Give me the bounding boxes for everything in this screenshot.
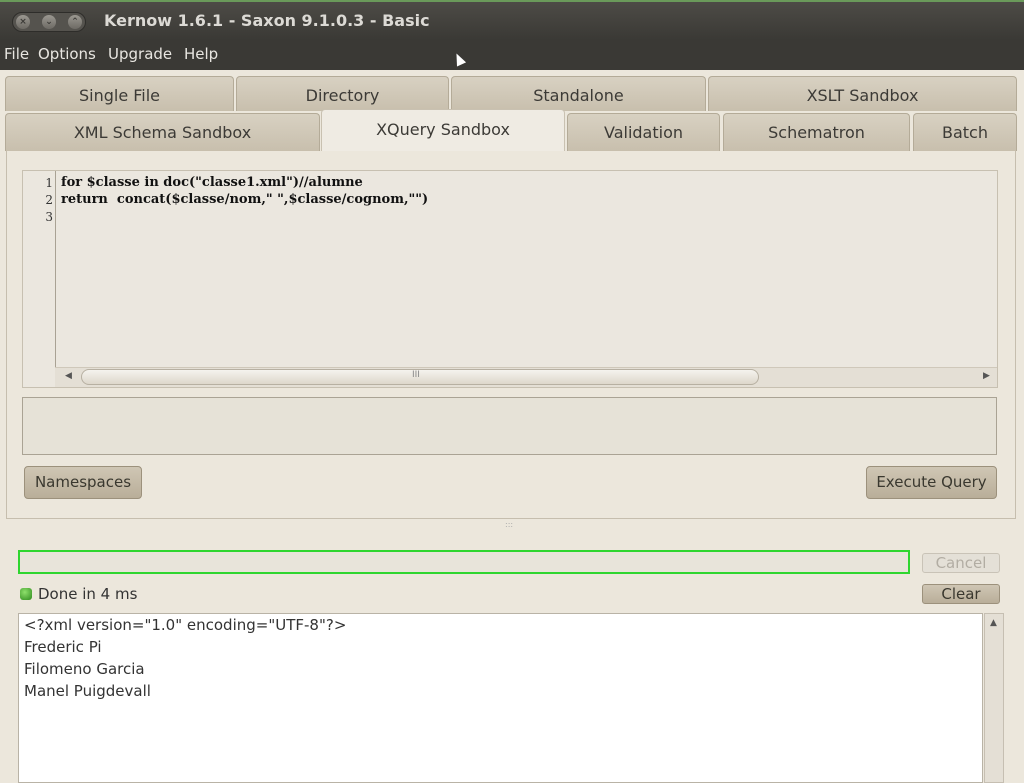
tab-single-file[interactable]: Single File (5, 76, 234, 111)
window-titlebar: × ⌄ ⌃ Kernow 1.6.1 - Saxon 9.1.0.3 - Bas… (0, 0, 1024, 40)
scrollbar-thumb[interactable]: III (81, 369, 759, 385)
close-icon[interactable]: × (16, 15, 30, 29)
tab-schematron[interactable]: Schematron (723, 113, 910, 151)
window-controls: × ⌄ ⌃ (12, 12, 86, 32)
scroll-right-icon[interactable]: ▶ (983, 371, 990, 381)
output-line: Manel Puigdevall (24, 682, 151, 700)
pane-splitter[interactable]: ::: (0, 520, 1024, 534)
scroll-left-icon[interactable]: ◀ (65, 371, 72, 381)
query-editor[interactable]: 1 2 3 for $classe in doc("classe1.xml")/… (22, 170, 998, 388)
execute-query-button[interactable]: Execute Query (866, 466, 997, 499)
tab-standalone[interactable]: Standalone (451, 76, 706, 111)
code-line[interactable]: for $classe in doc("classe1.xml")//alumn… (61, 175, 363, 190)
line-number: 1 (45, 176, 53, 190)
menu-upgrade[interactable]: Upgrade (108, 45, 172, 63)
cancel-button[interactable]: Cancel (922, 553, 1000, 573)
tab-xquery-sandbox[interactable]: XQuery Sandbox (321, 109, 565, 152)
tab-batch[interactable]: Batch (913, 113, 1017, 151)
vertical-scrollbar[interactable]: ▲ (984, 613, 1004, 783)
menubar: File Options Upgrade Help (0, 40, 1024, 70)
output-line: Filomeno Garcia (24, 660, 145, 678)
output-line: Frederic Pi (24, 638, 102, 656)
menu-help[interactable]: Help (184, 45, 218, 63)
tab-xslt-sandbox[interactable]: XSLT Sandbox (708, 76, 1017, 111)
progress-bar (18, 550, 910, 574)
line-number: 2 (45, 193, 53, 207)
line-number: 3 (45, 210, 53, 224)
code-line[interactable]: return concat($classe/nom," ",$classe/co… (61, 192, 428, 207)
status-ok-icon (20, 588, 32, 600)
output-text-area[interactable]: <?xml version="1.0" encoding="UTF-8"?> F… (18, 613, 983, 783)
scroll-grip: III (412, 370, 420, 380)
menu-options[interactable]: Options (38, 45, 96, 63)
output-line: <?xml version="1.0" encoding="UTF-8"?> (24, 616, 347, 634)
scroll-up-icon[interactable]: ▲ (990, 618, 997, 628)
minimize-icon[interactable]: ⌄ (42, 15, 56, 29)
tab-directory[interactable]: Directory (236, 76, 449, 111)
line-number-gutter: 1 2 3 (23, 171, 56, 367)
clear-button[interactable]: Clear (922, 584, 1000, 604)
maximize-icon[interactable]: ⌃ (68, 15, 82, 29)
tab-xml-schema-sandbox[interactable]: XML Schema Sandbox (5, 113, 320, 151)
tab-validation[interactable]: Validation (567, 113, 720, 151)
namespaces-button[interactable]: Namespaces (24, 466, 142, 499)
menu-file[interactable]: File (4, 45, 29, 63)
horizontal-scrollbar[interactable]: ◀ III ▶ (55, 367, 997, 387)
query-message-box (22, 397, 997, 455)
status-text: Done in 4 ms (38, 585, 138, 603)
window-title: Kernow 1.6.1 - Saxon 9.1.0.3 - Basic (104, 11, 430, 30)
